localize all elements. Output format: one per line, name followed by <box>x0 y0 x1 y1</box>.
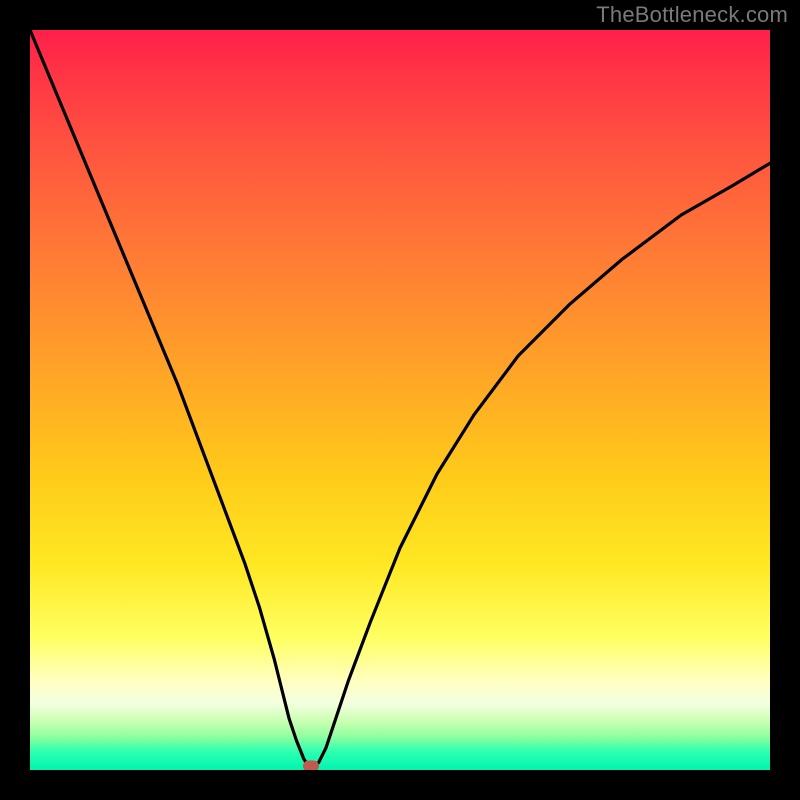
plot-area <box>30 30 770 770</box>
watermark-text: TheBottleneck.com <box>596 2 788 28</box>
bottleneck-curve <box>30 30 770 770</box>
optimum-marker <box>303 761 319 770</box>
chart-frame: TheBottleneck.com <box>0 0 800 800</box>
